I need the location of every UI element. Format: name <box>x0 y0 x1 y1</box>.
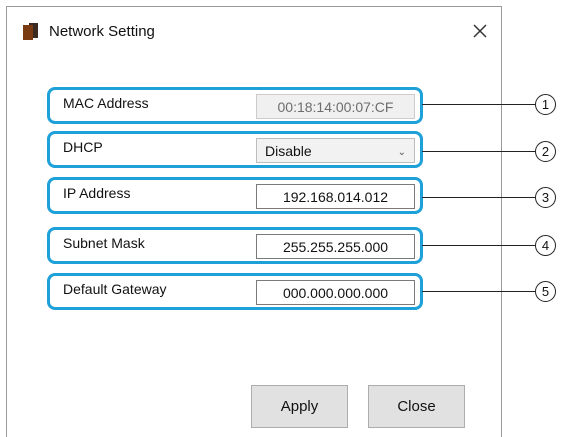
callout-line-3 <box>422 197 535 198</box>
chevron-down-icon: ⌄ <box>397 147 406 158</box>
callout-line-1 <box>422 104 535 105</box>
callout-line-5 <box>422 291 535 292</box>
mac-address-field: 00:18:14:00:07:CF <box>256 94 415 119</box>
mac-address-row: MAC Address 00:18:14:00:07:CF <box>47 87 423 124</box>
close-icon[interactable] <box>470 21 490 41</box>
app-icon <box>23 23 38 40</box>
default-gateway-field[interactable]: 000.000.000.000 <box>256 280 415 305</box>
dhcp-select[interactable]: Disable ⌄ <box>256 138 415 163</box>
default-gateway-label: Default Gateway <box>63 281 167 297</box>
ip-address-field[interactable]: 192.168.014.012 <box>256 184 415 209</box>
callout-line-2 <box>422 151 535 152</box>
mac-address-label: MAC Address <box>63 95 149 111</box>
callout-5: 5 <box>535 281 556 302</box>
close-button[interactable]: Close <box>368 385 465 428</box>
apply-button[interactable]: Apply <box>251 385 348 428</box>
dhcp-row: DHCP Disable ⌄ <box>47 131 423 168</box>
default-gateway-row: Default Gateway 000.000.000.000 <box>47 273 423 310</box>
callout-3: 3 <box>535 187 556 208</box>
title-bar: Network Setting <box>7 7 501 59</box>
subnet-mask-row: Subnet Mask 255.255.255.000 <box>47 227 423 264</box>
window-title: Network Setting <box>49 23 155 40</box>
subnet-mask-field[interactable]: 255.255.255.000 <box>256 234 415 259</box>
dhcp-label: DHCP <box>63 139 103 155</box>
callout-line-4 <box>422 245 535 246</box>
callout-1: 1 <box>535 94 556 115</box>
ip-address-row: IP Address 192.168.014.012 <box>47 177 423 214</box>
dhcp-selected-value: Disable <box>265 142 312 159</box>
network-setting-window: Network Setting MAC Address 00:18:14:00:… <box>6 6 502 437</box>
callout-4: 4 <box>535 235 556 256</box>
ip-address-label: IP Address <box>63 185 131 201</box>
callout-2: 2 <box>535 141 556 162</box>
subnet-mask-label: Subnet Mask <box>63 235 145 251</box>
